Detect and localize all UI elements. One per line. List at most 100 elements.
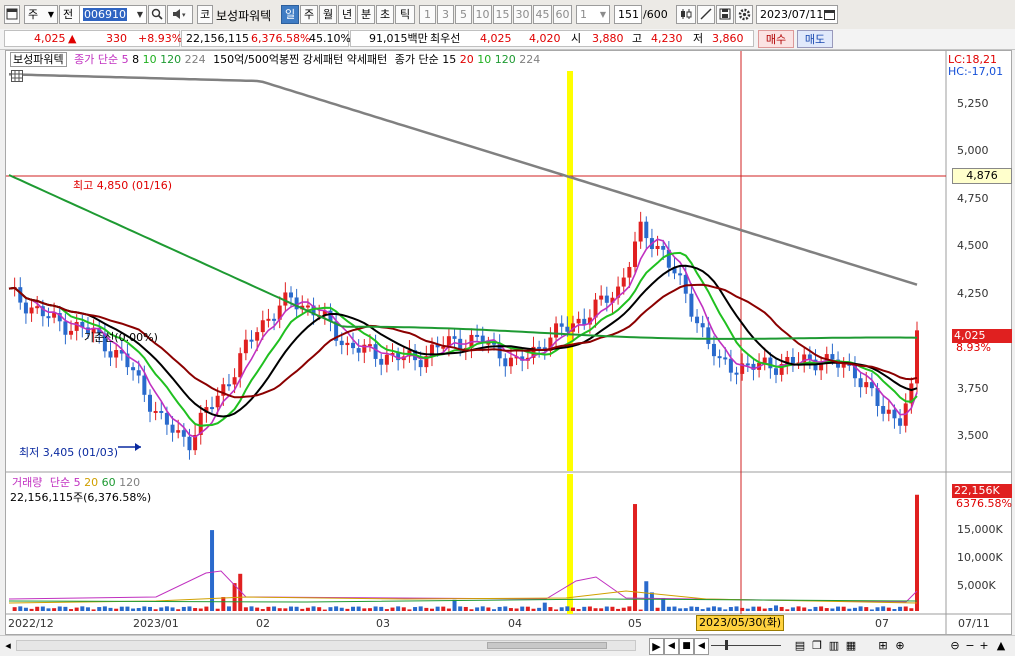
save-button[interactable] — [716, 5, 734, 24]
volume-bar — [441, 606, 446, 611]
volume-bar — [131, 608, 136, 611]
volume-bar — [102, 606, 107, 611]
volume-y-tick: 15,000K — [957, 523, 1003, 536]
fast-back-button[interactable]: ◀ — [664, 638, 679, 655]
volume-bar — [537, 607, 542, 611]
candle-body — [892, 409, 897, 419]
volume-bar — [475, 607, 480, 611]
candle-body — [339, 340, 344, 346]
volume-bar — [136, 608, 141, 611]
buy-button[interactable]: 매수 — [758, 30, 794, 48]
zoom-fit-icon[interactable]: ⊞ — [876, 638, 890, 653]
candle-body — [159, 410, 164, 413]
interval-10[interactable]: 10 — [473, 5, 492, 24]
candle-body — [136, 370, 141, 376]
draw-tool-button[interactable] — [697, 5, 715, 24]
volume-bar — [486, 607, 491, 611]
market-select[interactable]: 주 ▼ — [24, 5, 58, 24]
interval-1[interactable]: 1 — [419, 5, 436, 24]
period-month[interactable]: 월 — [319, 5, 337, 24]
volume-bar — [91, 609, 96, 611]
volume-bar — [322, 609, 327, 611]
horizontal-scrollbar[interactable] — [16, 640, 636, 651]
volume-bar — [52, 608, 57, 611]
play-next-button[interactable]: ▶ — [649, 638, 664, 655]
volume-bar — [734, 606, 739, 611]
volume-bar — [215, 608, 220, 611]
candle-body — [627, 266, 632, 278]
date-input[interactable]: 2023/07/11 — [756, 5, 838, 24]
table-icon[interactable] — [11, 70, 23, 82]
copy-icon[interactable]: ❐ — [810, 638, 824, 653]
sound-button[interactable]: ▾ — [167, 5, 193, 24]
x-tick: 02 — [256, 617, 270, 630]
candle-body — [830, 354, 835, 360]
volume-summary: 22,156,115주(6,376.58%) — [10, 491, 152, 504]
interval-15[interactable]: 15 — [493, 5, 512, 24]
scroll-left-button[interactable]: ◂ — [2, 638, 14, 653]
zoom-out-icon[interactable]: ⊖ — [948, 638, 962, 653]
window-icon[interactable] — [4, 5, 20, 24]
period-day[interactable]: 일 — [281, 5, 299, 24]
stop-button[interactable]: ■ — [679, 638, 694, 655]
period-year[interactable]: 년 — [338, 5, 356, 24]
volume-bar — [898, 606, 903, 611]
legend-ma224: 224 — [184, 53, 206, 66]
x-tick: 07/11 — [958, 617, 990, 630]
volume-legend-label: 거래량 — [12, 476, 43, 489]
speaker-icon: ▾ — [173, 9, 186, 19]
plus-icon[interactable]: + — [978, 638, 990, 653]
period-minute[interactable]: 분 — [357, 5, 375, 24]
volume-bar — [666, 606, 671, 611]
legend-ma10: 10 — [142, 53, 157, 66]
candle-body — [503, 358, 508, 367]
legend-ma8: 8 — [132, 53, 140, 66]
volume-bar — [768, 607, 773, 611]
interval-45[interactable]: 45 — [533, 5, 552, 24]
scroll-thumb[interactable] — [487, 642, 607, 649]
step-back-button[interactable]: ◀ — [694, 638, 709, 655]
volume-bar — [311, 606, 316, 611]
count-input[interactable]: 1 ▼ — [576, 5, 610, 24]
candle-body — [700, 323, 705, 328]
volume-bar — [46, 608, 51, 611]
period-second[interactable]: 초 — [376, 5, 394, 24]
code-prefix-label[interactable]: 코 — [197, 5, 213, 24]
period-tick[interactable]: 틱 — [395, 5, 415, 24]
legend-stock-name[interactable]: 보성파워텍 — [10, 52, 67, 67]
volume-bar — [204, 606, 209, 611]
interval-30[interactable]: 30 — [513, 5, 532, 24]
split-icon[interactable]: ▥ — [827, 638, 841, 653]
interval-3[interactable]: 3 — [437, 5, 454, 24]
minus-icon[interactable]: − — [964, 638, 976, 653]
volume-bar — [170, 607, 175, 611]
price-change-pct: +8.93% — [138, 32, 183, 45]
volume-ma5-line — [8, 570, 918, 603]
low-arrow-head — [135, 443, 141, 451]
period-week[interactable]: 주 — [300, 5, 318, 24]
scroll-up-icon[interactable]: ▲ — [994, 638, 1008, 653]
volume-bar — [328, 607, 333, 611]
multi-chart-icon[interactable]: ▤ — [793, 638, 807, 653]
settings-button[interactable] — [735, 5, 753, 24]
candle-style-button[interactable] — [676, 5, 696, 24]
volume-bar — [300, 608, 305, 611]
layout-icon[interactable]: ▦ — [844, 638, 858, 653]
zoom-slider-thumb[interactable] — [725, 640, 728, 650]
stock-code-input[interactable]: 006910 ▼ — [79, 5, 147, 24]
interval-60[interactable]: 60 — [553, 5, 572, 24]
candle-body — [537, 346, 542, 349]
count-value: 1 — [580, 8, 587, 21]
search-button[interactable] — [148, 5, 166, 24]
zoom-slider[interactable] — [711, 640, 781, 650]
volume-ma5: 5 — [73, 476, 81, 489]
ma120-line — [8, 174, 918, 340]
chart-area[interactable]: 보성파워텍 종가 단순 5 8 10 120 224 150억/500억봉찐 강… — [5, 50, 1012, 635]
zoom-in-icon[interactable]: ⊕ — [893, 638, 907, 653]
sell-button[interactable]: 매도 — [797, 30, 833, 48]
candle-body — [475, 334, 480, 337]
interval-5[interactable]: 5 — [455, 5, 472, 24]
view-total: /600 — [643, 8, 668, 21]
volume-bar — [548, 607, 553, 611]
view-count-input[interactable]: 151 — [614, 5, 642, 24]
